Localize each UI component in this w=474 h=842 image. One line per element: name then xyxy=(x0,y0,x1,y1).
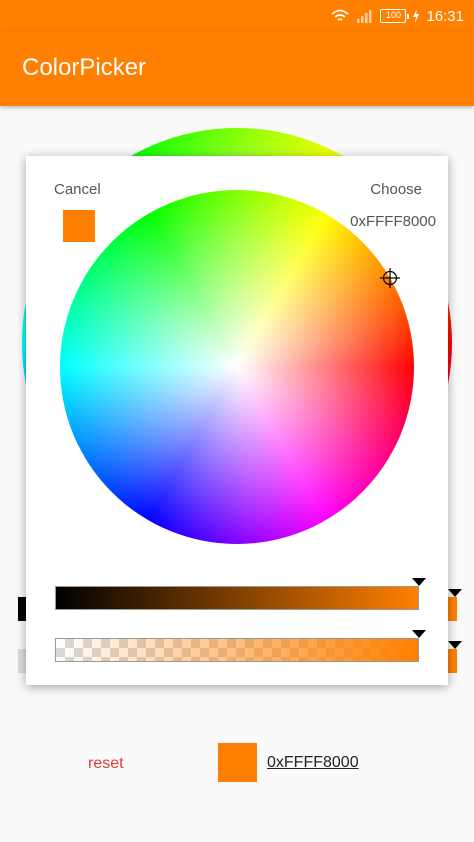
value-slider[interactable] xyxy=(55,586,419,610)
background-alpha-thumb xyxy=(448,641,462,649)
background-alpha-bar-end xyxy=(448,649,457,673)
status-icons: 100 16:31 xyxy=(330,6,464,26)
color-preview-swatch xyxy=(63,210,95,242)
result-hex-value[interactable]: 0xFFFF8000 xyxy=(267,754,359,772)
status-bar: 100 16:31 xyxy=(0,0,474,32)
wifi-icon xyxy=(331,9,350,21)
crosshair-icon[interactable] xyxy=(380,268,400,288)
background-value-bar-end xyxy=(448,597,457,621)
color-picker-dialog: Cancel Choose 0xFFFF8000 xyxy=(26,156,448,685)
alpha-slider[interactable] xyxy=(55,638,419,662)
background-value-thumb xyxy=(448,589,462,597)
battery-icon: 100 xyxy=(380,9,410,23)
result-color-swatch[interactable] xyxy=(218,743,257,782)
alpha-slider-thumb[interactable] xyxy=(412,630,426,638)
status-time: 16:31 xyxy=(426,7,464,25)
color-wheel[interactable] xyxy=(60,190,414,544)
value-slider-thumb[interactable] xyxy=(412,578,426,586)
reset-button[interactable]: reset xyxy=(88,755,124,773)
hex-value-readout: 0xFFFF8000 xyxy=(350,213,436,230)
cancel-button[interactable]: Cancel xyxy=(54,181,101,198)
charging-icon xyxy=(413,9,420,23)
signal-icon xyxy=(357,10,372,23)
app-title: ColorPicker xyxy=(22,54,147,81)
app-bar: ColorPicker xyxy=(0,32,474,106)
choose-button[interactable]: Choose xyxy=(370,181,422,198)
